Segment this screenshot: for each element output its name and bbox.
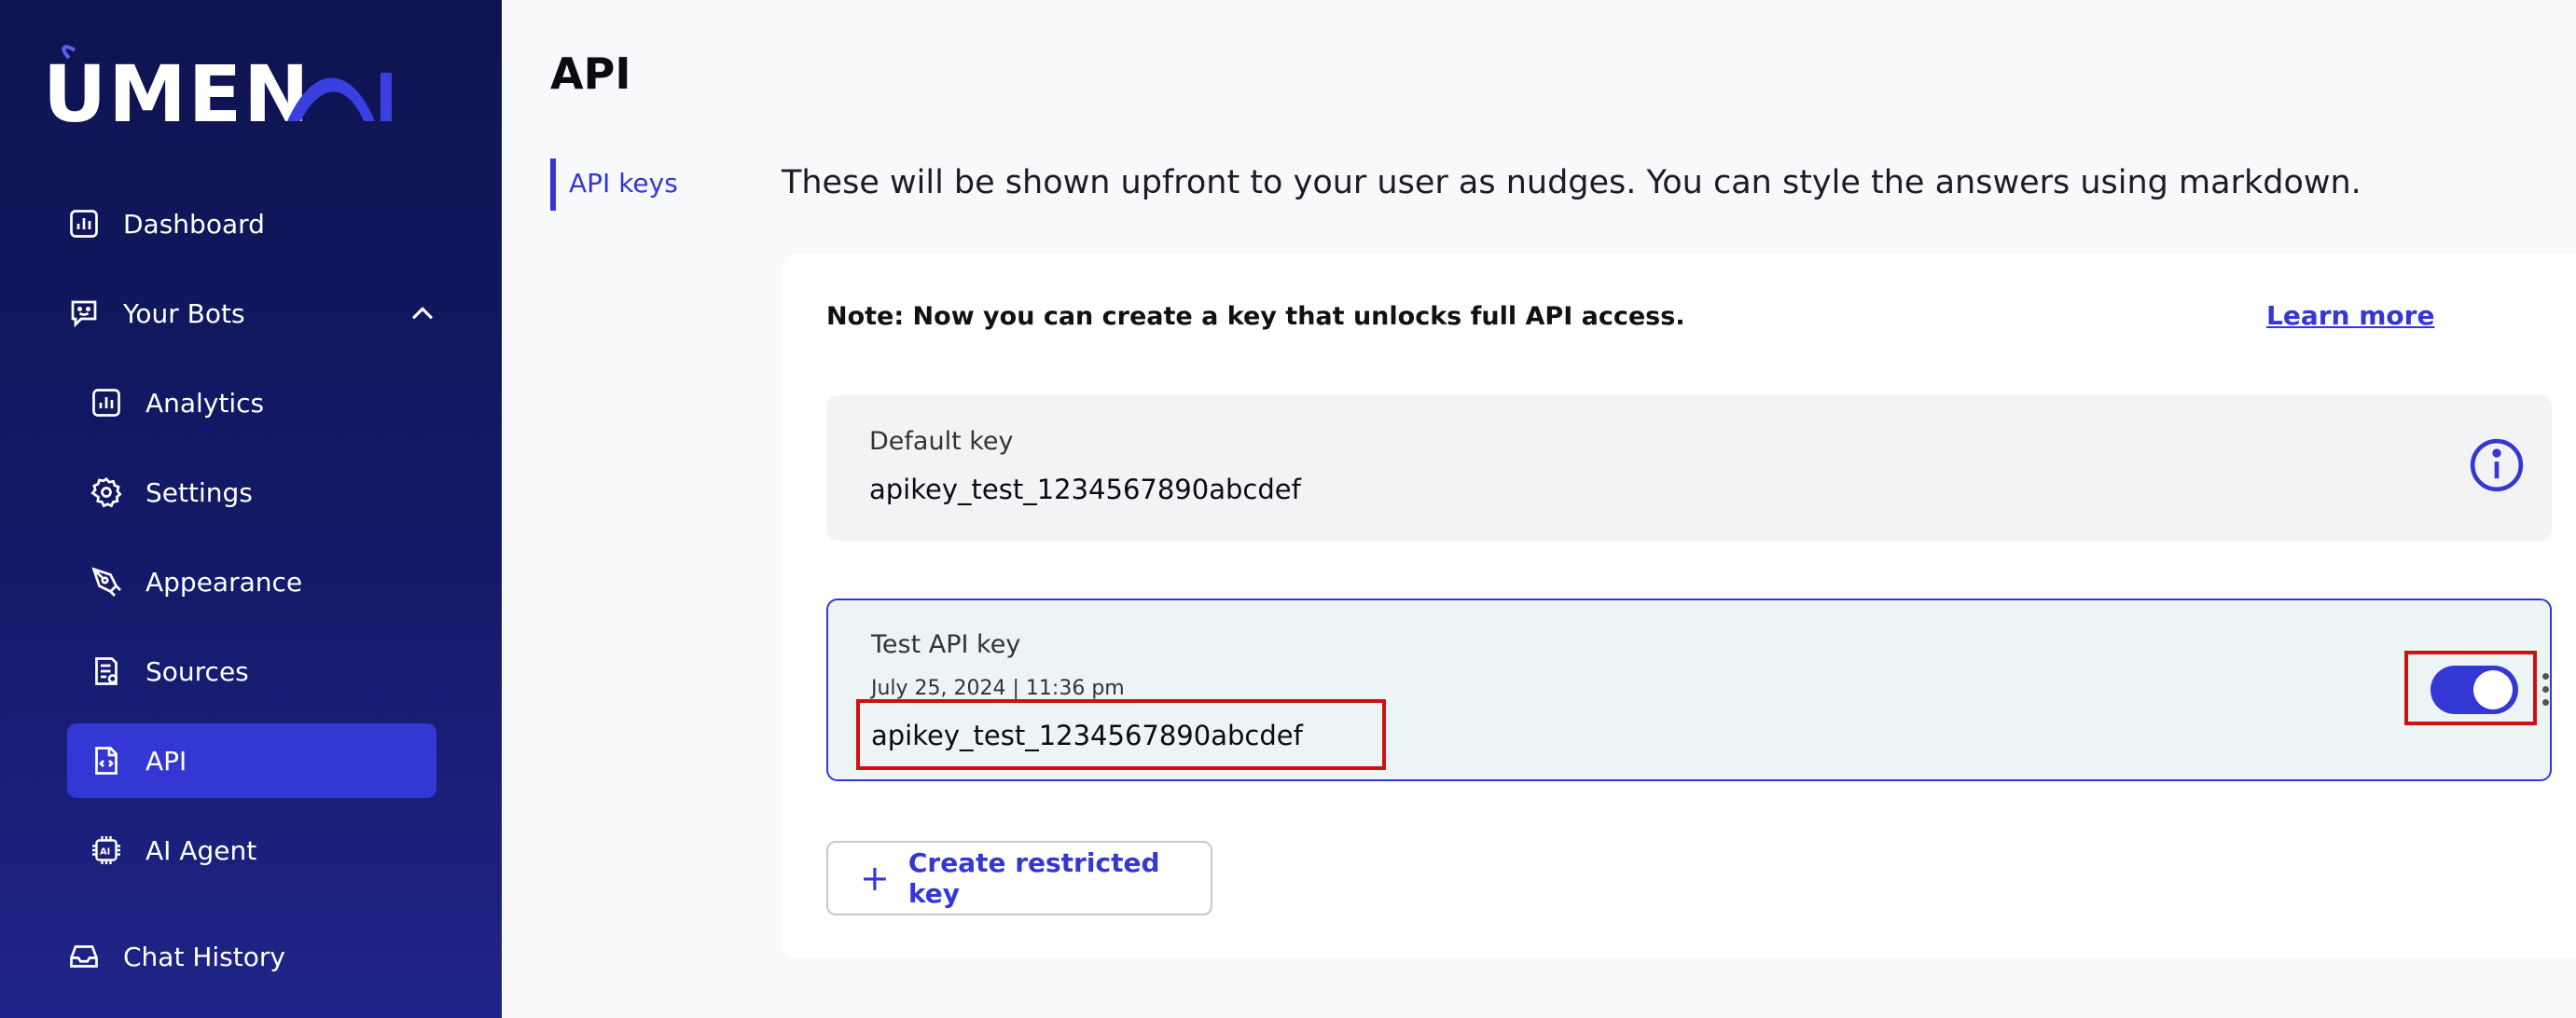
sidebar-item-analytics[interactable]: Analytics	[88, 365, 438, 440]
chevron-up-icon[interactable]	[407, 298, 438, 330]
tab-api-keys[interactable]: API keys	[569, 168, 678, 199]
sidebar: UMEN Dashboard Your Bots Analytics Setti…	[0, 0, 502, 1018]
default-key-title: Default key	[869, 427, 1014, 456]
highlight-box	[2404, 651, 2537, 725]
code-file-icon	[88, 742, 125, 779]
bot-face-icon	[65, 295, 103, 332]
gear-icon	[88, 474, 125, 511]
sidebar-item-label: Appearance	[145, 566, 303, 598]
create-restricted-key-label: Create restricted key	[907, 847, 1160, 909]
sidebar-item-label: Settings	[145, 476, 253, 508]
sidebar-item-api[interactable]: API	[67, 723, 436, 798]
more-options-icon[interactable]	[2542, 673, 2552, 710]
sidebar-item-your-bots[interactable]: Your Bots	[65, 276, 438, 351]
sidebar-item-sources[interactable]: Sources	[88, 634, 438, 708]
inbox-icon	[65, 938, 103, 975]
sidebar-item-label: Chat History	[123, 941, 285, 972]
test-key-panel: Test API key July 25, 2024 | 11:36 pm ap…	[826, 598, 2552, 781]
test-key-date: July 25, 2024 | 11:36 pm	[871, 677, 1125, 700]
default-key-value: apikey_test_1234567890abcdef	[869, 474, 1301, 505]
sidebar-item-dashboard[interactable]: Dashboard	[65, 186, 438, 261]
intro-text: These will be shown upfront to your user…	[782, 164, 2361, 201]
ai-chip-icon: AI	[88, 832, 125, 869]
bar-chart-icon	[88, 384, 125, 421]
sidebar-item-label: Your Bots	[123, 297, 245, 329]
highlight-box	[856, 699, 1386, 770]
sidebar-item-appearance[interactable]: Appearance	[88, 544, 438, 619]
api-keys-card: Note: Now you can create a key that unlo…	[782, 254, 2576, 958]
sidebar-item-settings[interactable]: Settings	[88, 455, 438, 530]
document-icon	[88, 653, 125, 690]
sidebar-item-label: Sources	[145, 655, 249, 687]
sidebar-item-label: Dashboard	[123, 208, 265, 240]
sidebar-item-label: AI Agent	[145, 834, 257, 866]
sidebar-item-chat-history[interactable]: Chat History	[65, 919, 438, 994]
sidebar-item-ai-agent[interactable]: AI AI Agent	[88, 813, 438, 887]
note-text: Note: Now you can create a key that unlo…	[826, 302, 1685, 331]
default-key-panel: Default key apikey_test_1234567890abcdef	[826, 395, 2552, 541]
sidebar-item-label: Analytics	[145, 387, 265, 419]
bar-chart-icon	[65, 205, 103, 242]
create-restricted-key-button[interactable]: + Create restricted key	[826, 841, 1212, 915]
tab-active-indicator	[550, 158, 556, 211]
plus-icon: +	[860, 858, 890, 899]
sidebar-item-label: API	[145, 745, 187, 777]
umenai-logo: UMEN	[43, 45, 392, 129]
learn-more-link[interactable]: Learn more	[2266, 300, 2434, 331]
pen-nib-icon	[88, 563, 125, 600]
test-key-title: Test API key	[871, 630, 1021, 659]
svg-text:AI: AI	[100, 847, 110, 858]
page-title: API	[550, 48, 631, 99]
svg-text:UMEN: UMEN	[43, 48, 311, 129]
info-icon[interactable]	[2468, 436, 2526, 494]
